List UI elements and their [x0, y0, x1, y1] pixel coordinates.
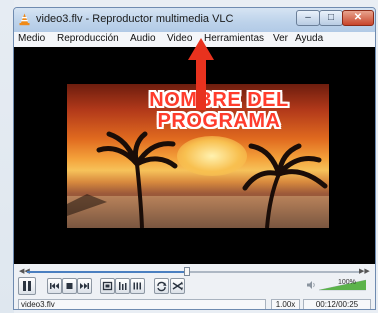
- vlc-window: video3.flv - Reproductor multimedia VLC …: [13, 7, 376, 310]
- control-panel: ◀◀ ▶▶ 100% video3.flv 1.00x 00:12/00:25: [14, 264, 375, 309]
- seek-forward-label: ▶▶: [359, 268, 370, 275]
- seek-bar[interactable]: ◀◀ ▶▶: [19, 267, 370, 276]
- menu-medio[interactable]: Medio: [18, 33, 45, 44]
- elapsed-total-time[interactable]: 00:12/00:25: [303, 299, 371, 309]
- maximize-button[interactable]: □: [319, 10, 343, 26]
- overlay-line-2: PROGRAMA: [157, 110, 281, 132]
- stop-button[interactable]: [62, 278, 77, 294]
- stop-icon: [66, 283, 73, 289]
- window-title: video3.flv - Reproductor multimedia VLC: [36, 13, 234, 25]
- video-area[interactable]: NOMBRE DEL PROGRAMA: [14, 38, 375, 264]
- up-arrow-annotation-icon: [188, 38, 214, 110]
- loop-icon: [157, 281, 167, 292]
- menu-ayuda[interactable]: Ayuda: [295, 33, 323, 44]
- seek-progress: [27, 271, 188, 273]
- menu-ver[interactable]: Ver: [273, 33, 288, 44]
- desktop-background: [0, 0, 14, 313]
- next-button[interactable]: [77, 278, 92, 294]
- fullscreen-icon: [102, 281, 113, 291]
- menu-reproduccion[interactable]: Reproducción: [57, 33, 119, 44]
- vlc-cone-icon: [19, 13, 30, 26]
- seek-slider-handle[interactable]: [184, 267, 191, 276]
- playback-speed[interactable]: 1.00x: [271, 299, 300, 309]
- minimize-button[interactable]: –: [296, 10, 320, 26]
- extended-settings-icon: [119, 282, 127, 290]
- next-icon: [80, 283, 89, 289]
- speaker-icon[interactable]: [306, 280, 316, 290]
- fullscreen-button[interactable]: [100, 278, 115, 294]
- loop-button[interactable]: [154, 278, 169, 294]
- extended-settings-button[interactable]: [115, 278, 130, 294]
- close-button[interactable]: ✕: [342, 10, 374, 26]
- pause-button[interactable]: [18, 277, 36, 295]
- previous-icon: [50, 283, 59, 289]
- status-bar: video3.flv 1.00x 00:12/00:25: [14, 299, 375, 309]
- title-bar[interactable]: video3.flv - Reproductor multimedia VLC …: [14, 8, 375, 32]
- previous-button[interactable]: [47, 278, 62, 294]
- playlist-button[interactable]: [130, 278, 145, 294]
- program-name-overlay: NOMBRE DEL PROGRAMA: [124, 90, 314, 132]
- overlay-line-1: NOMBRE DEL: [149, 89, 289, 111]
- random-icon: [172, 281, 183, 291]
- status-filename: video3.flv: [18, 299, 266, 309]
- playlist-icon: [133, 282, 141, 290]
- menu-audio[interactable]: Audio: [130, 33, 156, 44]
- volume-percentage: 100%: [338, 279, 356, 286]
- random-button[interactable]: [170, 278, 185, 294]
- pause-icon: [23, 281, 31, 291]
